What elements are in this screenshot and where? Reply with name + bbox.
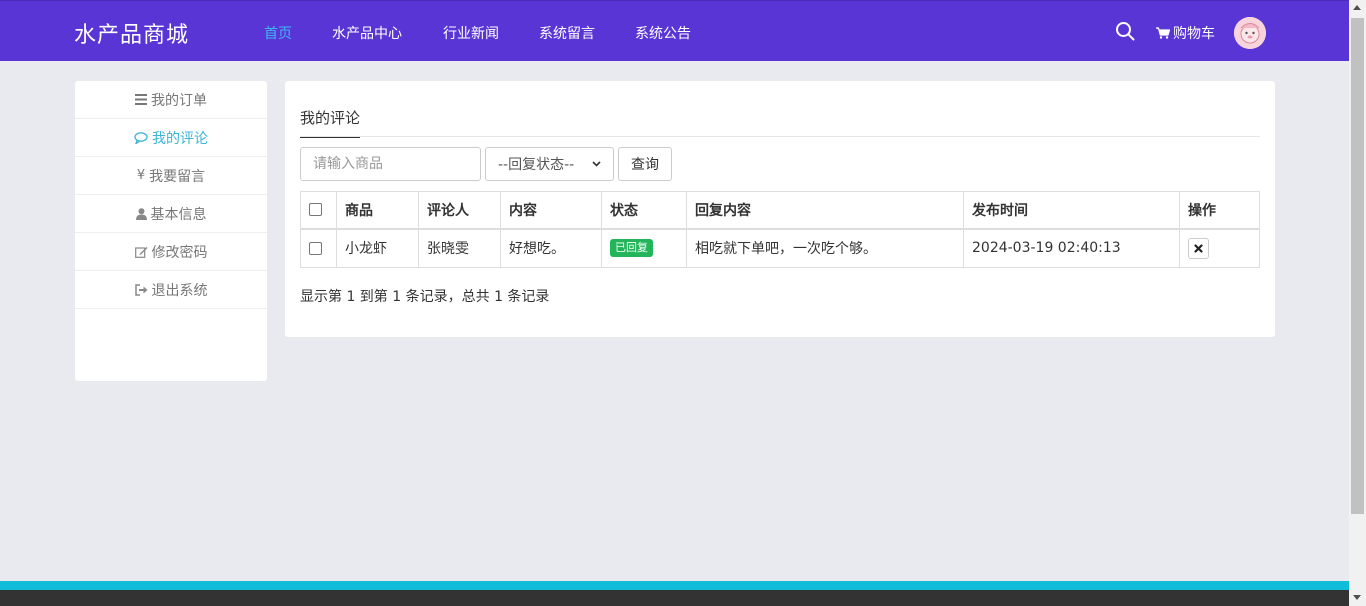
avatar[interactable]	[1234, 17, 1266, 49]
sidebar-item-comments[interactable]: 我的评论	[75, 119, 267, 157]
row-checkbox[interactable]	[309, 241, 322, 255]
user-sidebar: 我的订单 我的评论 ¥ 我要留言 基本信息 修改密码 退出系统	[75, 81, 267, 381]
col-status: 状态	[601, 191, 687, 230]
col-content: 内容	[500, 191, 602, 230]
nav-messages[interactable]: 系统留言	[539, 23, 595, 43]
cell-status: 已回复	[601, 228, 687, 268]
footer	[0, 590, 1349, 606]
select-all-checkbox[interactable]	[309, 203, 322, 217]
scroll-down-arrow-icon[interactable]	[1353, 595, 1361, 600]
sidebar-item-profile[interactable]: 基本信息	[75, 195, 267, 233]
cell-product: 小龙虾	[336, 228, 419, 268]
table-row: 小龙虾 张晓雯 好想吃。 已回复 相吃就下单吧，一次吃个够。 2024-03-1…	[300, 228, 1260, 268]
row-select-cell	[300, 228, 337, 268]
cell-time: 2024-03-19 02:40:13	[963, 228, 1180, 268]
sidebar-item-label: 基本信息	[150, 206, 207, 223]
status-badge: 已回复	[610, 239, 653, 258]
tab-divider	[300, 136, 1260, 137]
table-header-row: 商品 评论人 内容 状态 回复内容 发布时间 操作	[300, 191, 1260, 230]
cell-reply: 相吃就下单吧，一次吃个够。	[686, 228, 964, 268]
top-navbar: 水产品商城 首页 水产品中心 行业新闻 系统留言 系统公告 购物车	[0, 0, 1349, 61]
sidebar-item-change-password[interactable]: 修改密码	[75, 233, 267, 271]
list-icon	[135, 94, 147, 105]
sidebar-item-label: 我的评论	[152, 130, 208, 147]
col-actions: 操作	[1179, 191, 1260, 230]
nav-products[interactable]: 水产品中心	[332, 23, 402, 43]
sign-out-icon	[134, 283, 148, 296]
comments-table: 商品 评论人 内容 状态 回复内容 发布时间 操作 小龙虾 张晓雯 好想吃。 已…	[300, 191, 1260, 268]
scroll-up-arrow-icon[interactable]	[1353, 5, 1361, 10]
yen-icon: ¥	[136, 168, 146, 183]
chevron-down-icon	[592, 161, 601, 167]
site-brand[interactable]: 水产品商城	[74, 17, 189, 49]
scrollbar-thumb[interactable]	[1351, 18, 1364, 514]
comments-panel: 我的评论 --回复状态-- 查询 商品 评论人 内容 状态 回复内容 发布时间 …	[285, 81, 1275, 337]
cell-content: 好想吃。	[500, 228, 602, 268]
tab-my-comments[interactable]: 我的评论	[300, 107, 361, 138]
cart-label: 购物车	[1173, 26, 1215, 42]
sidebar-item-label: 我要留言	[149, 168, 206, 185]
sidebar-item-orders[interactable]: 我的订单	[75, 81, 267, 119]
query-button[interactable]: 查询	[618, 147, 672, 181]
edit-icon	[134, 246, 148, 258]
close-icon	[1194, 244, 1203, 253]
sidebar-item-leave-message[interactable]: ¥ 我要留言	[75, 157, 267, 195]
pagination-info: 显示第 1 到第 1 条记录，总共 1 条记录	[300, 289, 550, 305]
sidebar-item-logout[interactable]: 退出系统	[75, 271, 267, 309]
product-search-input[interactable]	[300, 147, 481, 181]
search-icon[interactable]	[1115, 21, 1135, 41]
reply-status-select[interactable]: --回复状态--	[485, 147, 614, 181]
nav-announcements[interactable]: 系统公告	[635, 23, 691, 43]
select-all-cell	[300, 191, 337, 230]
col-reviewer: 评论人	[418, 191, 501, 230]
user-icon	[135, 207, 147, 220]
col-time: 发布时间	[963, 191, 1180, 230]
cell-actions	[1179, 228, 1260, 268]
col-product: 商品	[336, 191, 419, 230]
sidebar-item-label: 退出系统	[151, 282, 208, 299]
comment-icon	[134, 131, 148, 144]
delete-button[interactable]	[1188, 237, 1209, 259]
reply-status-value: --回复状态--	[498, 157, 575, 173]
cell-reviewer: 张晓雯	[418, 228, 501, 268]
footer-accent-bar	[0, 581, 1349, 590]
sidebar-item-label: 修改密码	[151, 244, 208, 261]
page-scrollbar[interactable]	[1349, 0, 1366, 606]
col-reply: 回复内容	[686, 191, 964, 230]
cart-icon	[1156, 27, 1170, 39]
nav-news[interactable]: 行业新闻	[443, 23, 499, 43]
nav-home[interactable]: 首页	[264, 23, 292, 43]
sidebar-item-label: 我的订单	[151, 92, 207, 109]
cart-link[interactable]: 购物车	[1156, 23, 1215, 43]
